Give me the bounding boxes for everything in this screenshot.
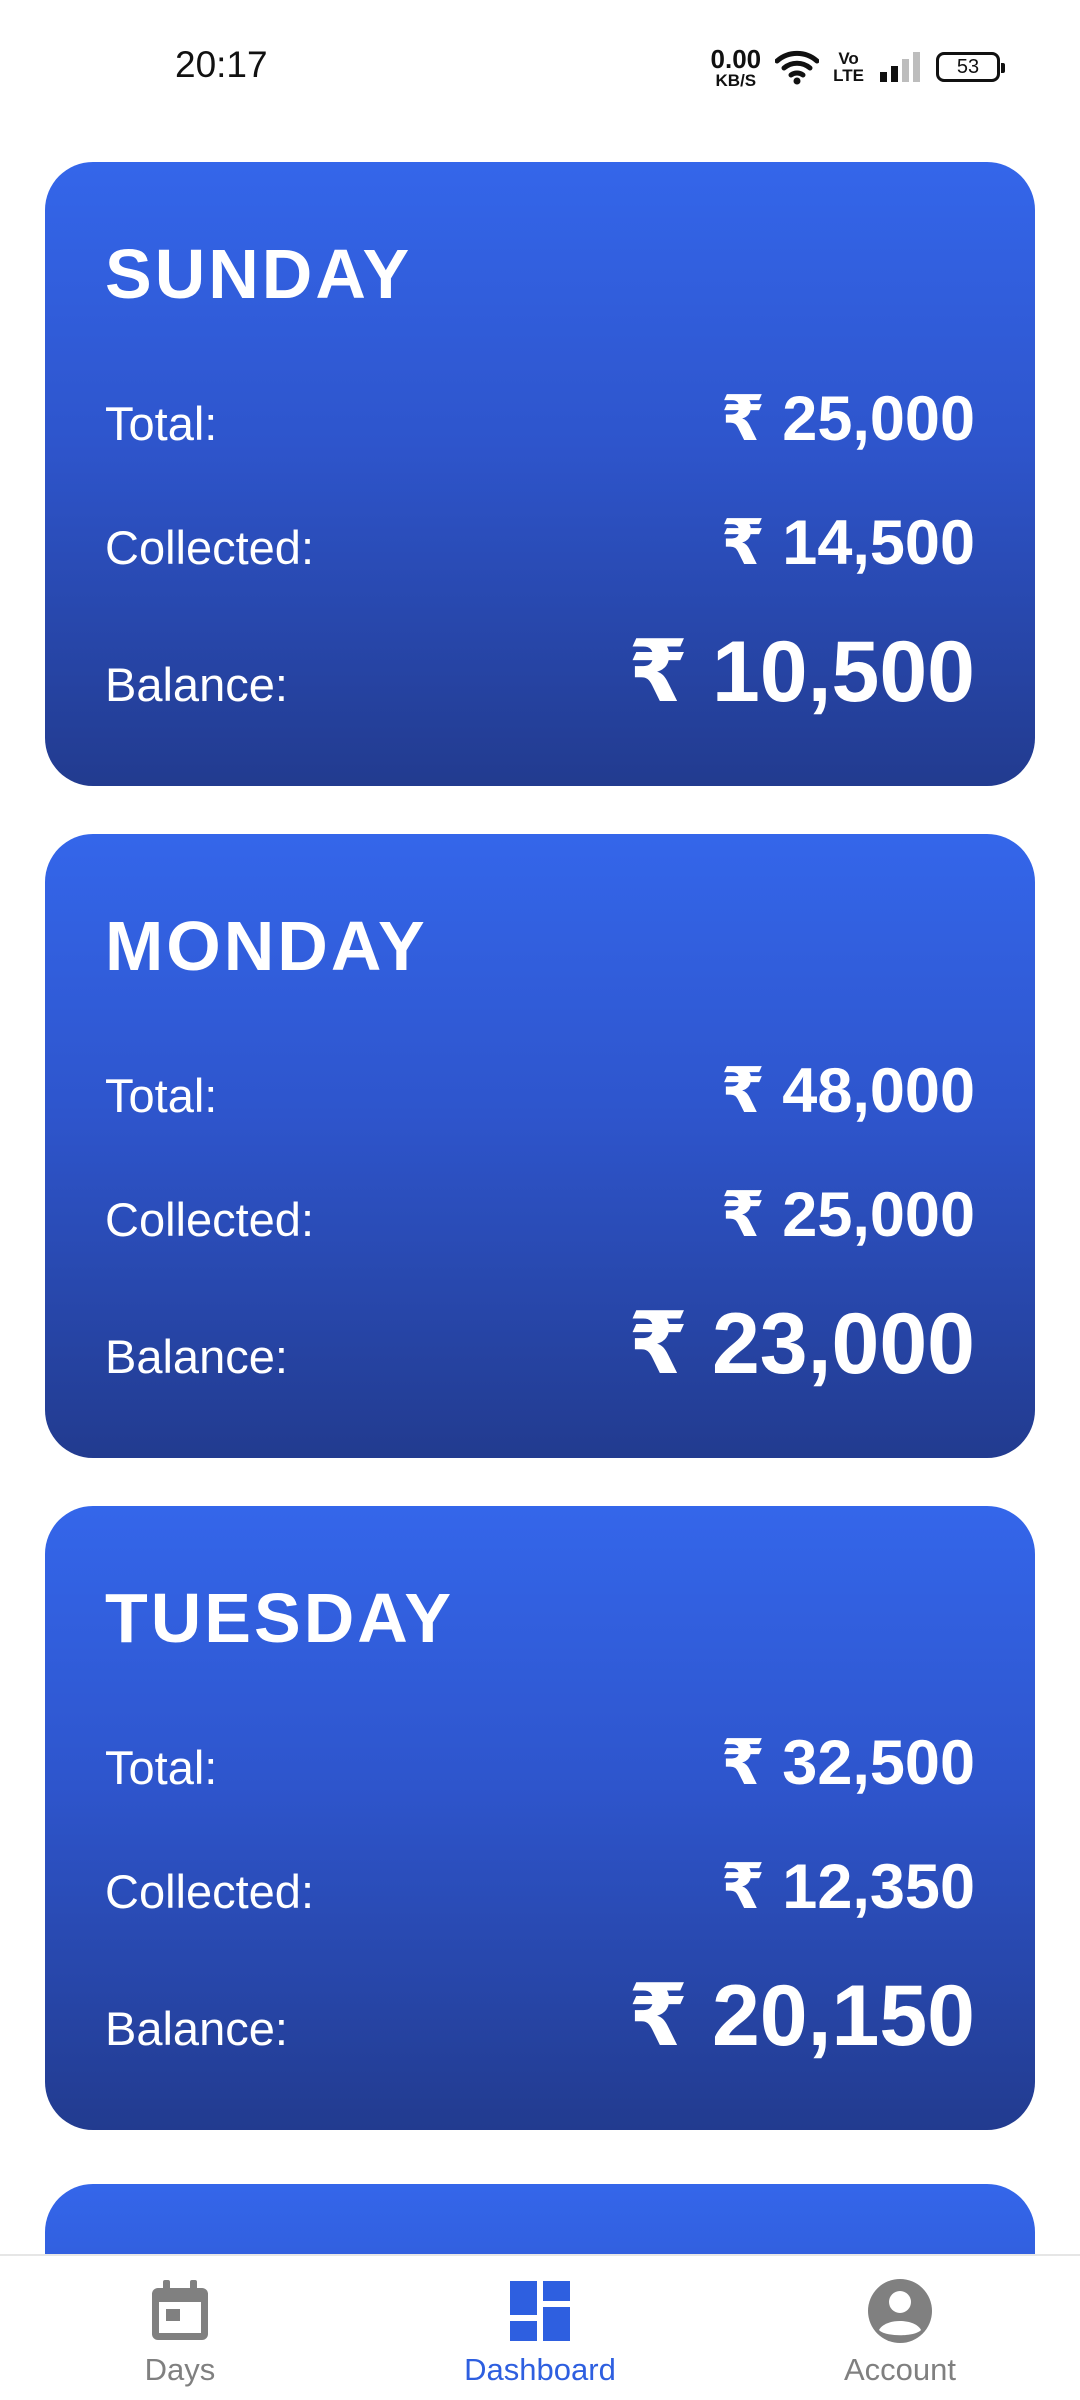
balance-amount: ₹ 10,500 <box>628 624 975 720</box>
balance-label: Balance: <box>105 1330 288 1383</box>
nav-label-account: Account <box>843 2352 956 2387</box>
total-label: Total: <box>105 1069 218 1122</box>
nav-label-days: Days <box>144 2352 216 2387</box>
day-title: MONDAY <box>105 907 428 985</box>
network-speed-value: 0.00 <box>710 43 762 74</box>
collected-amount: ₹ 14,500 <box>720 508 975 578</box>
status-icons: 0.00 KB/S Vo LTE 53 <box>711 42 1005 92</box>
volte-indicator: Vo LTE <box>833 50 864 84</box>
battery-icon: 53 <box>936 52 1005 82</box>
day-title: SUNDAY <box>105 235 413 313</box>
collected-row: Collected: ₹ 12,350 <box>105 1850 975 1923</box>
network-speed-unit: KB/S <box>715 70 757 90</box>
collected-label: Collected: <box>105 1193 314 1246</box>
total-amount: ₹ 32,500 <box>720 1728 975 1798</box>
total-row: Total: ₹ 32,500 <box>105 1726 975 1799</box>
volte-bottom: LTE <box>833 66 864 85</box>
nav-label-dashboard: Dashboard <box>464 2352 616 2387</box>
account-icon <box>868 2279 932 2343</box>
balance-row: Balance: ₹ 10,500 <box>105 622 975 722</box>
balance-label: Balance: <box>105 658 288 711</box>
nav-item-days[interactable]: Days <box>0 2256 360 2400</box>
day-title: TUESDAY <box>105 1579 455 1657</box>
day-card-sunday[interactable]: SUNDAY Total: ₹ 25,000 Collected: ₹ 14,5… <box>45 162 1035 786</box>
volte-top: Vo <box>838 49 859 68</box>
total-row: Total: ₹ 48,000 <box>105 1054 975 1127</box>
collected-label: Collected: <box>105 521 314 574</box>
battery-level: 53 <box>956 55 980 78</box>
wifi-icon <box>775 50 820 85</box>
balance-row: Balance: ₹ 23,000 <box>105 1294 975 1394</box>
total-label: Total: <box>105 1741 218 1794</box>
collected-row: Collected: ₹ 25,000 <box>105 1178 975 1251</box>
collected-amount: ₹ 25,000 <box>720 1180 975 1250</box>
day-card-list: SUNDAY Total: ₹ 25,000 Collected: ₹ 14,5… <box>45 162 1035 2178</box>
status-bar: 20:17 0.00 KB/S Vo LTE 53 <box>0 0 1080 135</box>
signal-icon <box>880 52 920 82</box>
total-row: Total: ₹ 25,000 <box>105 382 975 455</box>
nav-item-dashboard[interactable]: Dashboard <box>360 2256 720 2400</box>
total-amount: ₹ 25,000 <box>720 384 975 454</box>
collected-row: Collected: ₹ 14,500 <box>105 506 975 579</box>
balance-label: Balance: <box>105 2002 288 2055</box>
calendar-icon <box>152 2280 208 2340</box>
status-time: 20:17 <box>175 44 268 85</box>
nav-item-account[interactable]: Account <box>720 2256 1080 2400</box>
balance-amount: ₹ 23,000 <box>628 1296 975 1392</box>
collected-amount: ₹ 12,350 <box>720 1852 975 1922</box>
total-label: Total: <box>105 397 218 450</box>
balance-row: Balance: ₹ 20,150 <box>105 1966 975 2066</box>
total-amount: ₹ 48,000 <box>720 1056 975 1126</box>
network-speed: 0.00 KB/S <box>711 46 762 89</box>
day-card-monday[interactable]: MONDAY Total: ₹ 48,000 Collected: ₹ 25,0… <box>45 834 1035 1458</box>
dashboard-icon <box>510 2281 570 2341</box>
day-card-tuesday[interactable]: TUESDAY Total: ₹ 32,500 Collected: ₹ 12,… <box>45 1506 1035 2130</box>
bottom-navigation: Days Dashboard Account <box>0 2254 1080 2400</box>
collected-label: Collected: <box>105 1865 314 1918</box>
balance-amount: ₹ 20,150 <box>628 1968 975 2064</box>
